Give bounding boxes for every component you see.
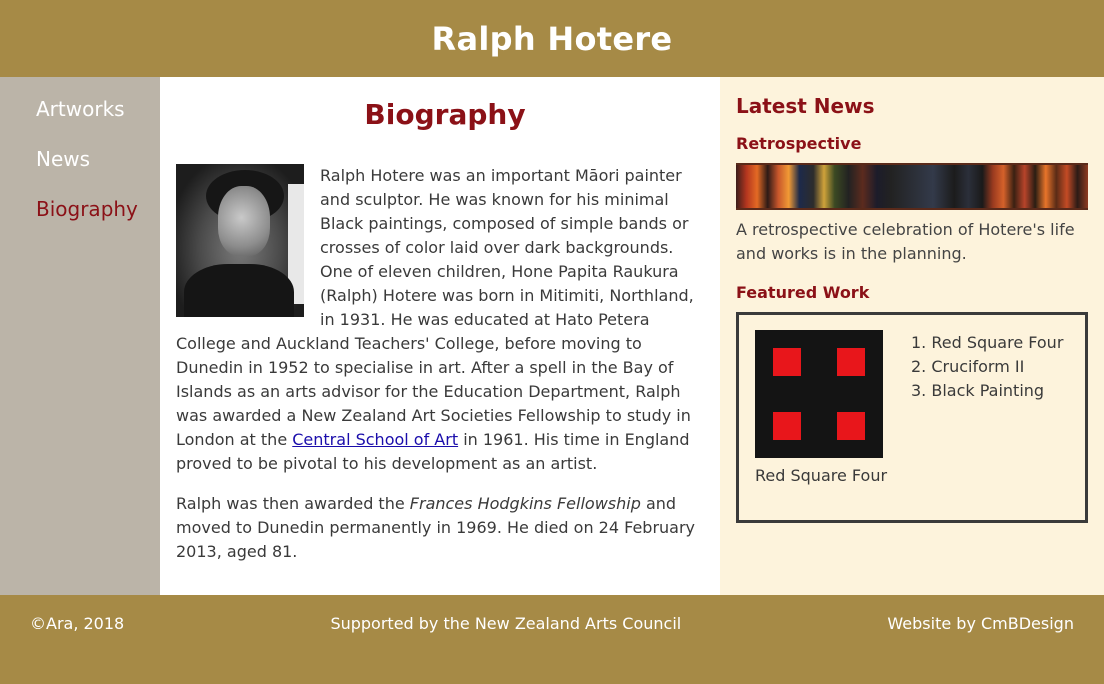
main-content: Biography Ralph Hotere was an important … (160, 77, 720, 595)
list-item: 1. Red Square Four (911, 333, 1064, 352)
retrospective-banner-image (736, 163, 1088, 210)
red-square-four-artwork (755, 330, 883, 458)
site-title: Ralph Hotere (431, 19, 673, 58)
featured-work-heading: Featured Work (736, 283, 870, 302)
nav-item-artworks[interactable]: Artworks (0, 94, 160, 144)
news-sidebar: Latest News Retrospective A retrospectiv… (720, 77, 1104, 595)
copyright-text: ©Ara, 2018 (30, 614, 125, 633)
fellowship-name: Frances Hodgkins Fellowship (409, 494, 641, 513)
artist-portrait-photo (176, 164, 304, 317)
nav-item-news[interactable]: News (0, 144, 160, 194)
site-header: Ralph Hotere (0, 0, 1104, 77)
website-credit-text: Website by CmBDesign (887, 614, 1074, 633)
featured-work-list: 1. Red Square Four 2. Cruciform II 3. Bl… (911, 330, 1063, 505)
central-school-of-art-link[interactable]: Central School of Art (292, 430, 458, 449)
featured-caption: Red Square Four (755, 466, 888, 485)
list-item: 2. Cruciform II (911, 357, 1025, 376)
page-title: Biography (364, 98, 526, 131)
page-layout: Artworks News Biography Biography Ralph … (0, 77, 1104, 595)
retrospective-text: A retrospective celebration of Hotere's … (736, 220, 1075, 263)
retrospective-heading: Retrospective (736, 134, 862, 153)
featured-work-box: Red Square Four 1. Red Square Four 2. Cr… (736, 312, 1088, 523)
sidebar-nav: Artworks News Biography (0, 77, 160, 595)
site-footer: ©Ara, 2018 Supported by the New Zealand … (0, 595, 1104, 684)
featured-figure: Red Square Four (755, 330, 888, 505)
list-item: 3. Black Painting (911, 381, 1045, 400)
nav-item-biography[interactable]: Biography (0, 194, 160, 244)
biography-paragraph-2: Ralph was then awarded the Frances Hodgk… (176, 494, 696, 561)
supported-by-text: Supported by the New Zealand Arts Counci… (330, 614, 682, 633)
latest-news-heading: Latest News (736, 94, 875, 118)
